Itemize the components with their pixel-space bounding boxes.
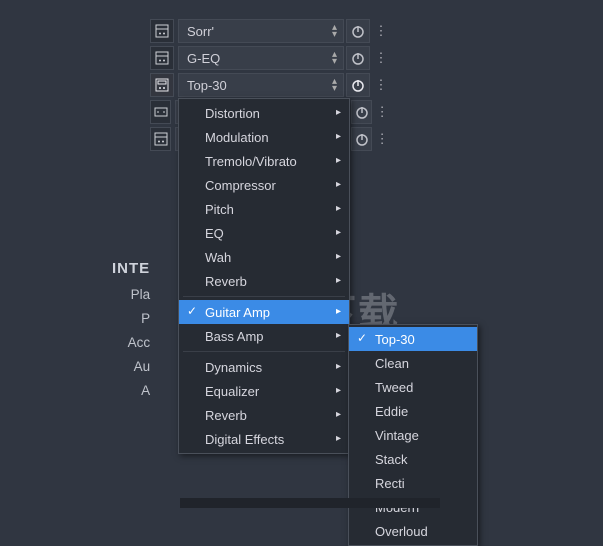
guitar-amp-submenu: ✓Top-30 Clean Tweed Eddie Vintage Stack … (348, 324, 478, 546)
bottom-panel-strip (180, 498, 440, 508)
menu-item-wah[interactable]: Wah▸ (179, 245, 349, 269)
slot-menu-button[interactable]: ⋮ (372, 19, 390, 43)
left-panel-labels: INTE Pla P Acc Au A (118, 260, 150, 407)
slot-menu-button[interactable]: ⋮ (374, 127, 390, 151)
effect-slot: Sorr' ▴▾ ⋮ (150, 18, 390, 44)
menu-item-equalizer[interactable]: Equalizer▸ (179, 379, 349, 403)
power-button[interactable] (346, 46, 370, 70)
effect-slot: G-EQ ▴▾ ⋮ (150, 45, 390, 71)
submenu-arrow-icon: ▸ (336, 409, 341, 420)
submenu-item-recti[interactable]: Recti (349, 471, 477, 495)
updown-icon: ▴▾ (332, 78, 337, 92)
submenu-arrow-icon: ▸ (336, 107, 341, 118)
slot-menu-button[interactable]: ⋮ (372, 46, 390, 70)
left-label: P (118, 311, 150, 326)
menu-item-modulation[interactable]: Modulation▸ (179, 125, 349, 149)
effect-category-menu: Distortion▸ Modulation▸ Tremolo/Vibrato▸… (178, 98, 350, 454)
submenu-arrow-icon: ▸ (336, 251, 341, 262)
menu-item-dynamics[interactable]: Dynamics▸ (179, 355, 349, 379)
effect-type-icon[interactable] (150, 46, 174, 70)
submenu-item-top-30[interactable]: ✓Top-30 (349, 327, 477, 351)
submenu-item-tweed[interactable]: Tweed (349, 375, 477, 399)
menu-item-distortion[interactable]: Distortion▸ (179, 101, 349, 125)
slot-menu-button[interactable]: ⋮ (374, 100, 390, 124)
updown-icon: ▴▾ (332, 24, 337, 38)
submenu-item-clean[interactable]: Clean (349, 351, 477, 375)
submenu-item-overloud[interactable]: Overloud (349, 519, 477, 543)
menu-item-pitch[interactable]: Pitch▸ (179, 197, 349, 221)
menu-item-bass-amp[interactable]: Bass Amp▸ (179, 324, 349, 348)
effect-slot: Top-30 ▴▾ ⋮ (150, 72, 390, 98)
effect-type-icon[interactable] (150, 73, 174, 97)
effect-name-label: Top-30 (187, 78, 227, 93)
submenu-arrow-icon: ▸ (336, 306, 341, 317)
effect-type-icon[interactable] (150, 19, 174, 43)
section-heading: INTE (112, 260, 150, 277)
submenu-arrow-icon: ▸ (336, 385, 341, 396)
submenu-arrow-icon: ▸ (336, 131, 341, 142)
submenu-item-eddie[interactable]: Eddie (349, 399, 477, 423)
menu-item-reverb-2[interactable]: Reverb▸ (179, 403, 349, 427)
power-button[interactable] (351, 100, 372, 124)
slot-menu-button[interactable]: ⋮ (372, 73, 390, 97)
submenu-arrow-icon: ▸ (336, 330, 341, 341)
updown-icon: ▴▾ (332, 51, 337, 65)
left-label: Pla (118, 287, 150, 302)
power-button[interactable] (346, 73, 370, 97)
effect-name-dropdown[interactable]: G-EQ ▴▾ (178, 46, 344, 70)
submenu-arrow-icon: ▸ (336, 275, 341, 286)
menu-item-digital-effects[interactable]: Digital Effects▸ (179, 427, 349, 451)
menu-item-reverb[interactable]: Reverb▸ (179, 269, 349, 293)
effect-name-dropdown[interactable]: Top-30 ▴▾ (178, 73, 344, 97)
menu-item-guitar-amp[interactable]: ✓Guitar Amp▸ (179, 300, 349, 324)
effect-name-label: Sorr' (187, 24, 214, 39)
effect-type-icon[interactable] (150, 127, 171, 151)
menu-item-compressor[interactable]: Compressor▸ (179, 173, 349, 197)
menu-separator (183, 351, 345, 352)
submenu-item-vintage[interactable]: Vintage (349, 423, 477, 447)
submenu-arrow-icon: ▸ (336, 155, 341, 166)
submenu-arrow-icon: ▸ (336, 433, 341, 444)
submenu-arrow-icon: ▸ (336, 179, 341, 190)
left-label: A (118, 383, 150, 398)
check-icon: ✓ (357, 331, 367, 345)
menu-separator (183, 296, 345, 297)
effect-name-label: G-EQ (187, 51, 220, 66)
submenu-item-stack[interactable]: Stack (349, 447, 477, 471)
submenu-arrow-icon: ▸ (336, 203, 341, 214)
menu-item-tremolo-vibrato[interactable]: Tremolo/Vibrato▸ (179, 149, 349, 173)
left-label: Acc (118, 335, 150, 350)
submenu-arrow-icon: ▸ (336, 227, 341, 238)
left-label: Au (118, 359, 150, 374)
power-button[interactable] (346, 19, 370, 43)
check-icon: ✓ (187, 304, 197, 318)
submenu-arrow-icon: ▸ (336, 361, 341, 372)
power-button[interactable] (351, 127, 372, 151)
effect-type-icon[interactable] (150, 100, 171, 124)
effect-name-dropdown[interactable]: Sorr' ▴▾ (178, 19, 344, 43)
menu-item-eq[interactable]: EQ▸ (179, 221, 349, 245)
